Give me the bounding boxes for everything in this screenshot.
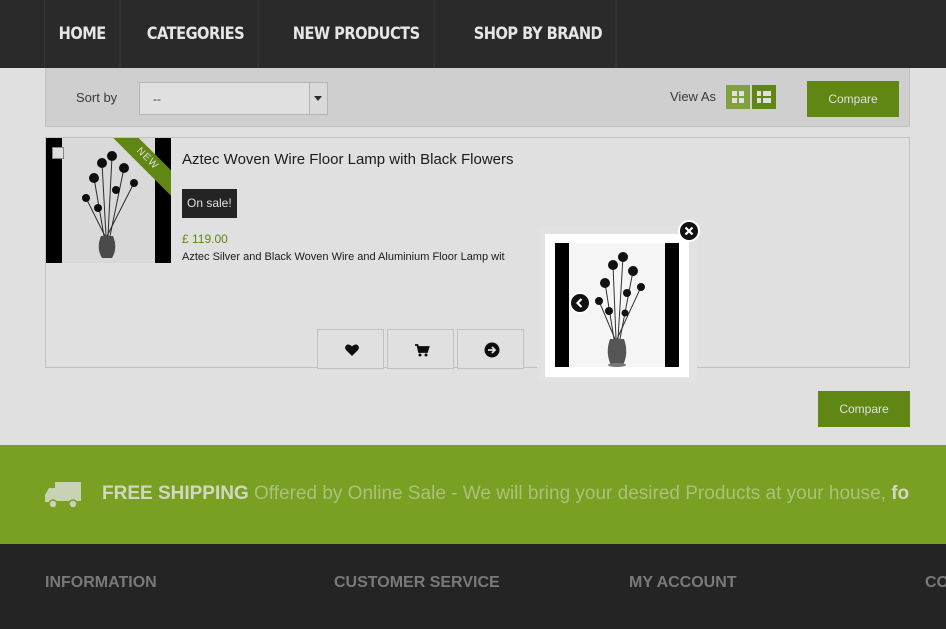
lightbox-close-button[interactable]: [678, 220, 700, 242]
product-description: Aztec Silver and Black Woven Wire and Al…: [182, 251, 505, 263]
product-actions: [317, 329, 527, 369]
chevron-left-icon: [575, 298, 583, 308]
close-icon: [684, 226, 694, 236]
nav-item-home[interactable]: HOME: [44, 0, 121, 68]
lightbox-prev-button[interactable]: [569, 292, 591, 314]
list-view-button[interactable]: [752, 85, 776, 109]
sort-label: Sort by: [76, 90, 118, 105]
product-price: £ 119.00: [182, 232, 228, 246]
truck-icon: [45, 482, 81, 509]
lightbox-frame: [545, 234, 689, 377]
sort-toolbar: Sort by -- View As Compare: [45, 68, 910, 127]
heart-icon: [345, 344, 359, 356]
nav-item-new-products[interactable]: NEW PRODUCTS: [279, 0, 435, 68]
footer-heading-my-account: MY ACCOUNT: [629, 574, 737, 591]
grid-view-button[interactable]: [726, 85, 750, 109]
shipping-message: Offered by Online Sale - We will bring y…: [248, 483, 892, 504]
shipping-banner: FREE SHIPPING Offered by Online Sale - W…: [0, 445, 946, 544]
compare-checkbox[interactable]: [52, 147, 64, 159]
cart-icon: [415, 344, 430, 357]
nav-item-shop-by-brand[interactable]: SHOP BY BRAND: [460, 0, 617, 68]
product-title[interactable]: Aztec Woven Wire Floor Lamp with Black F…: [182, 151, 514, 168]
shipping-strong: FREE SHIPPING: [102, 483, 249, 504]
product-item: NEW Aztec Woven Wire Floor Lamp with Bla…: [45, 137, 910, 369]
top-navigation: HOME CATEGORIES NEW PRODUCTS SHOP BY BRA…: [0, 0, 946, 68]
product-image[interactable]: NEW: [46, 138, 171, 263]
add-to-cart-button[interactable]: [387, 329, 454, 369]
nav-menu: HOME CATEGORIES NEW PRODUCTS SHOP BY BRA…: [44, 0, 642, 68]
view-as-label: View As: [670, 89, 717, 104]
shipping-text: FREE SHIPPING Offered by Online Sale - W…: [102, 483, 909, 505]
sort-select[interactable]: --: [139, 82, 328, 115]
footer: INFORMATION CUSTOMER SERVICE MY ACCOUNT …: [0, 544, 946, 629]
on-sale-badge: On sale!: [182, 189, 237, 218]
compare-button-top[interactable]: Compare: [807, 81, 899, 117]
chevron-down-icon[interactable]: [309, 83, 327, 114]
footer-heading-information: INFORMATION: [45, 574, 157, 591]
nav-item-categories[interactable]: CATEGORIES: [133, 0, 259, 68]
add-to-wishlist-button[interactable]: [317, 329, 384, 369]
footer-heading-contact: CO: [925, 574, 946, 591]
view-details-button[interactable]: [457, 329, 524, 369]
image-lightbox: [537, 226, 697, 383]
sort-select-value: --: [153, 92, 161, 106]
compare-button-bottom[interactable]: Compare: [818, 391, 910, 427]
shipping-tail: fo: [891, 483, 910, 504]
arrow-right-icon: [484, 342, 500, 358]
footer-heading-customer-service: CUSTOMER SERVICE: [334, 574, 500, 591]
